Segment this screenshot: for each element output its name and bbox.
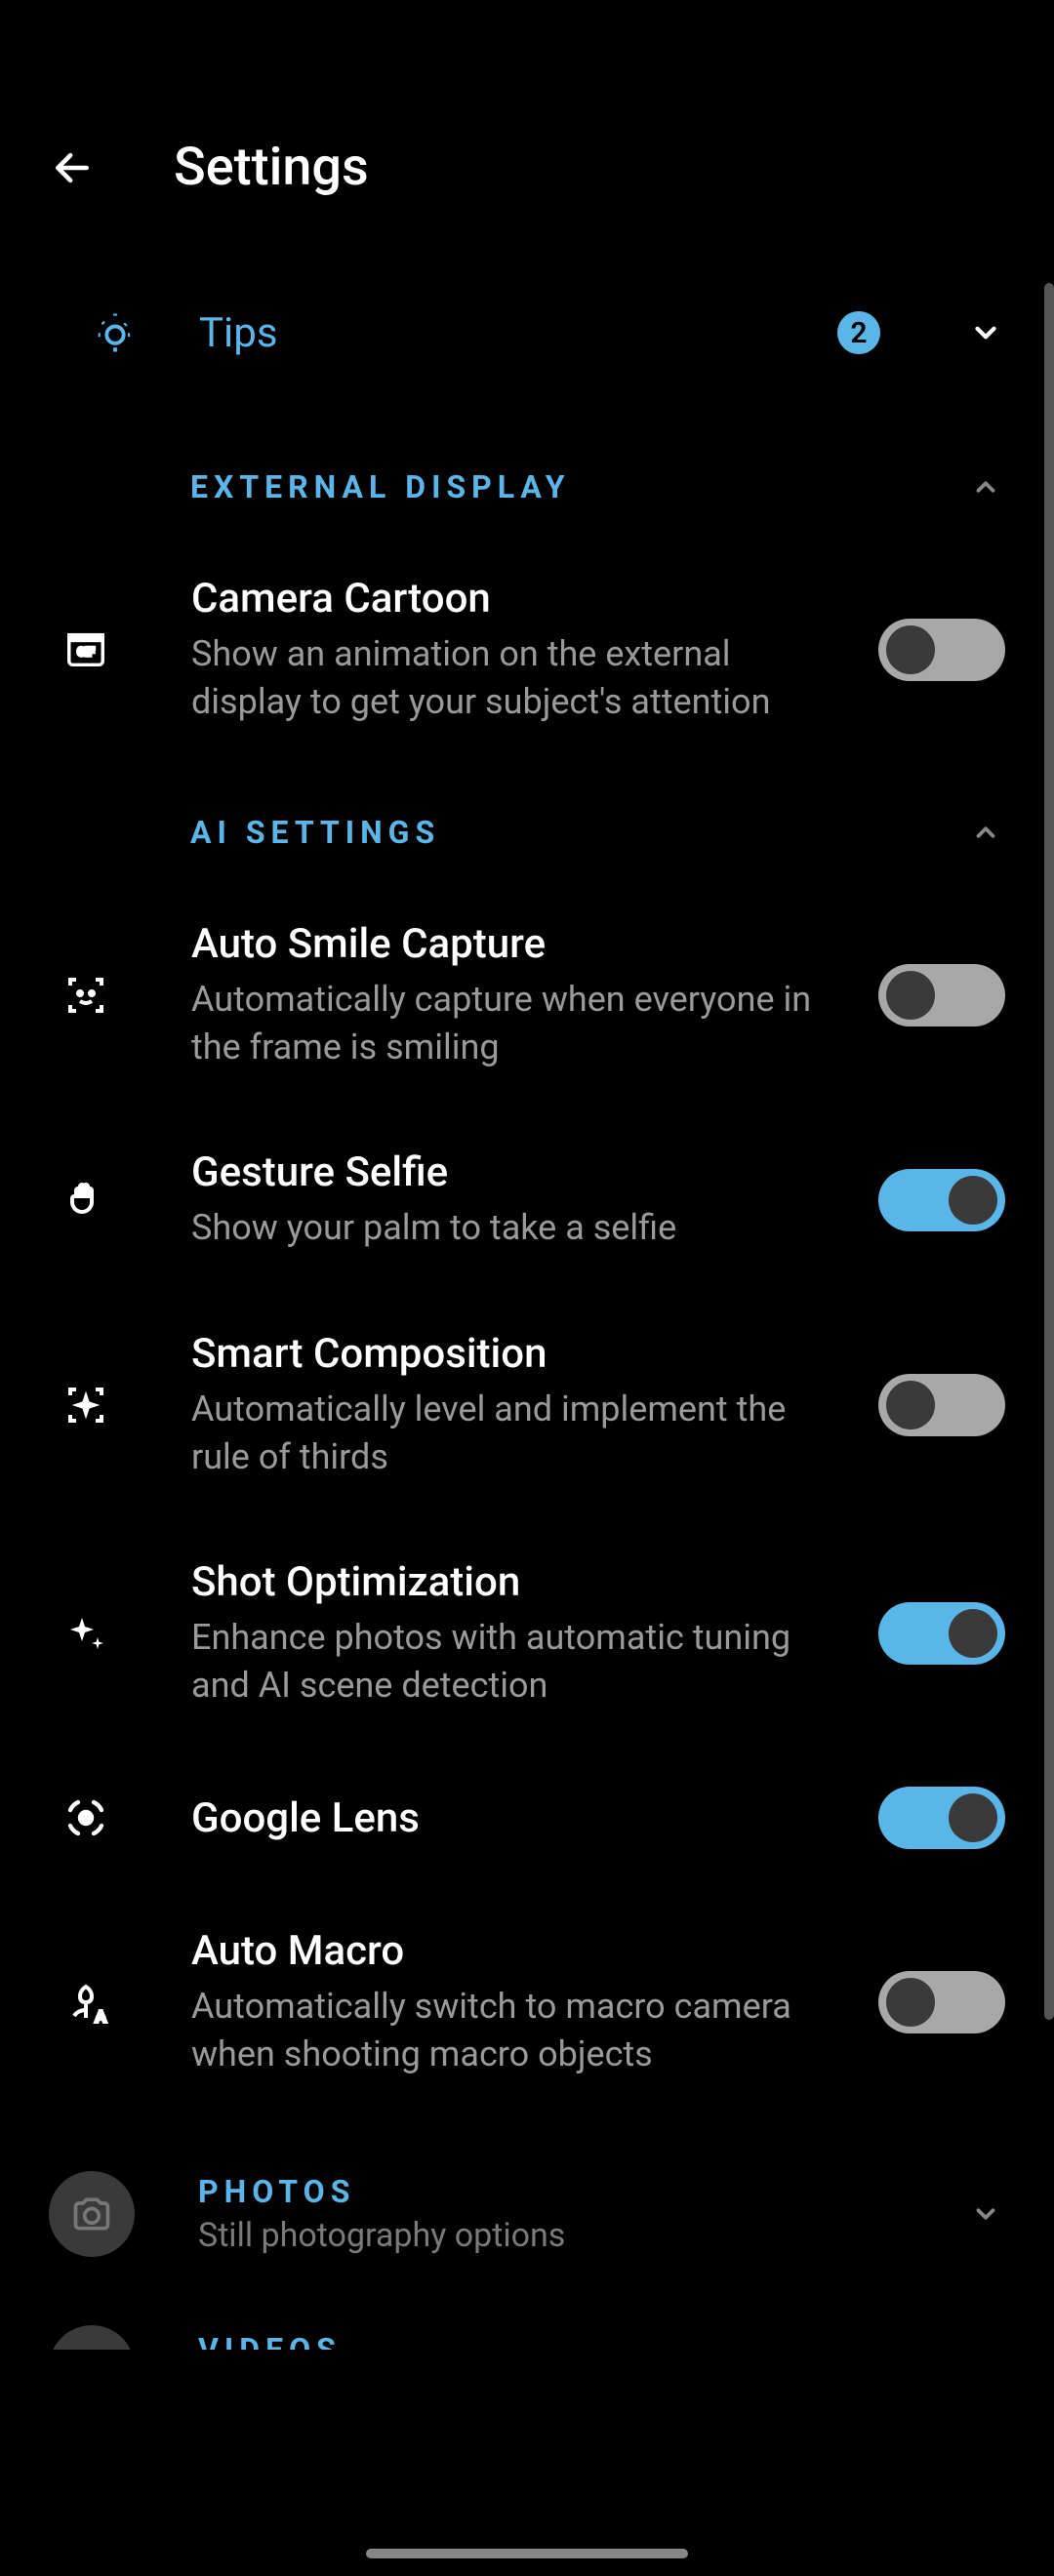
- setting-desc: Automatically switch to macro camera whe…: [191, 1983, 830, 2077]
- setting-title: Auto Macro: [191, 1927, 830, 1975]
- category-videos[interactable]: Videos: [0, 2291, 1054, 2350]
- page-title: Settings: [174, 137, 369, 198]
- tips-badge: 2: [837, 311, 880, 354]
- category-title: Videos: [198, 2331, 1005, 2350]
- svg-text:GIF: GIF: [77, 645, 95, 659]
- toggle-google-lens[interactable]: [878, 1787, 1005, 1849]
- scrollbar[interactable]: [1044, 283, 1054, 2020]
- setting-title: Gesture Selfie: [191, 1148, 830, 1196]
- setting-desc: Automatically capture when everyone in t…: [191, 976, 830, 1070]
- setting-desc: Show an animation on the external displa…: [191, 630, 830, 725]
- setting-desc: Enhance photos with automatic tuning and…: [191, 1614, 830, 1709]
- setting-title: Camera Cartoon: [191, 575, 830, 623]
- header: Settings: [0, 137, 1054, 276]
- composition-icon: [59, 1378, 113, 1432]
- section-title: External Display: [190, 468, 571, 505]
- section-external-display[interactable]: External Display: [0, 419, 1054, 536]
- back-icon[interactable]: [49, 144, 96, 191]
- section-title: AI Settings: [190, 814, 440, 851]
- category-title: Photos: [198, 2173, 917, 2210]
- sparkle-icon: [59, 1606, 113, 1661]
- setting-auto-smile[interactable]: Auto Smile Capture Automatically capture…: [0, 881, 1054, 1109]
- toggle-shot-optimization[interactable]: [878, 1602, 1005, 1665]
- setting-title: Shot Optimization: [191, 1558, 830, 1606]
- category-photos[interactable]: Photos Still photography options: [0, 2137, 1054, 2291]
- gif-icon: GIF: [59, 623, 113, 677]
- lens-icon: [59, 1791, 113, 1845]
- palm-icon: [59, 1173, 113, 1228]
- toggle-auto-smile[interactable]: [878, 964, 1005, 1026]
- toggle-camera-cartoon[interactable]: [878, 619, 1005, 681]
- setting-desc: Show your palm to take a selfie: [191, 1204, 830, 1252]
- lightbulb-icon: [88, 305, 142, 360]
- camera-icon: [49, 2171, 135, 2257]
- section-ai-settings[interactable]: AI Settings: [0, 764, 1054, 881]
- tips-row[interactable]: Tips 2: [0, 276, 1054, 419]
- setting-title: Smart Composition: [191, 1330, 830, 1378]
- setting-auto-macro[interactable]: A Auto Macro Automatically switch to mac…: [0, 1888, 1054, 2116]
- setting-shot-optimization[interactable]: Shot Optimization Enhance photos with au…: [0, 1519, 1054, 1748]
- smile-capture-icon: [59, 968, 113, 1023]
- nav-handle[interactable]: [366, 2549, 688, 2558]
- toggle-auto-macro[interactable]: [878, 1971, 1005, 2033]
- setting-desc: Automatically level and implement the ru…: [191, 1386, 830, 1480]
- setting-smart-composition[interactable]: Smart Composition Automatically level an…: [0, 1291, 1054, 1519]
- setting-title: Google Lens: [191, 1794, 830, 1842]
- tips-label: Tips: [199, 309, 781, 357]
- setting-title: Auto Smile Capture: [191, 920, 830, 968]
- chevron-down-icon[interactable]: [966, 313, 1005, 352]
- setting-camera-cartoon[interactable]: GIF Camera Cartoon Show an animation on …: [0, 536, 1054, 764]
- setting-gesture-selfie[interactable]: Gesture Selfie Show your palm to take a …: [0, 1109, 1054, 1291]
- chevron-up-icon[interactable]: [966, 813, 1005, 852]
- toggle-smart-composition[interactable]: [878, 1374, 1005, 1436]
- category-desc: Still photography options: [198, 2216, 917, 2255]
- setting-google-lens[interactable]: Google Lens: [0, 1748, 1054, 1888]
- macro-flower-icon: A: [59, 1975, 113, 2030]
- video-icon: [49, 2325, 135, 2350]
- svg-text:A: A: [96, 2007, 106, 2026]
- chevron-down-icon[interactable]: [966, 2194, 1005, 2234]
- toggle-gesture-selfie[interactable]: [878, 1169, 1005, 1231]
- chevron-up-icon[interactable]: [966, 467, 1005, 506]
